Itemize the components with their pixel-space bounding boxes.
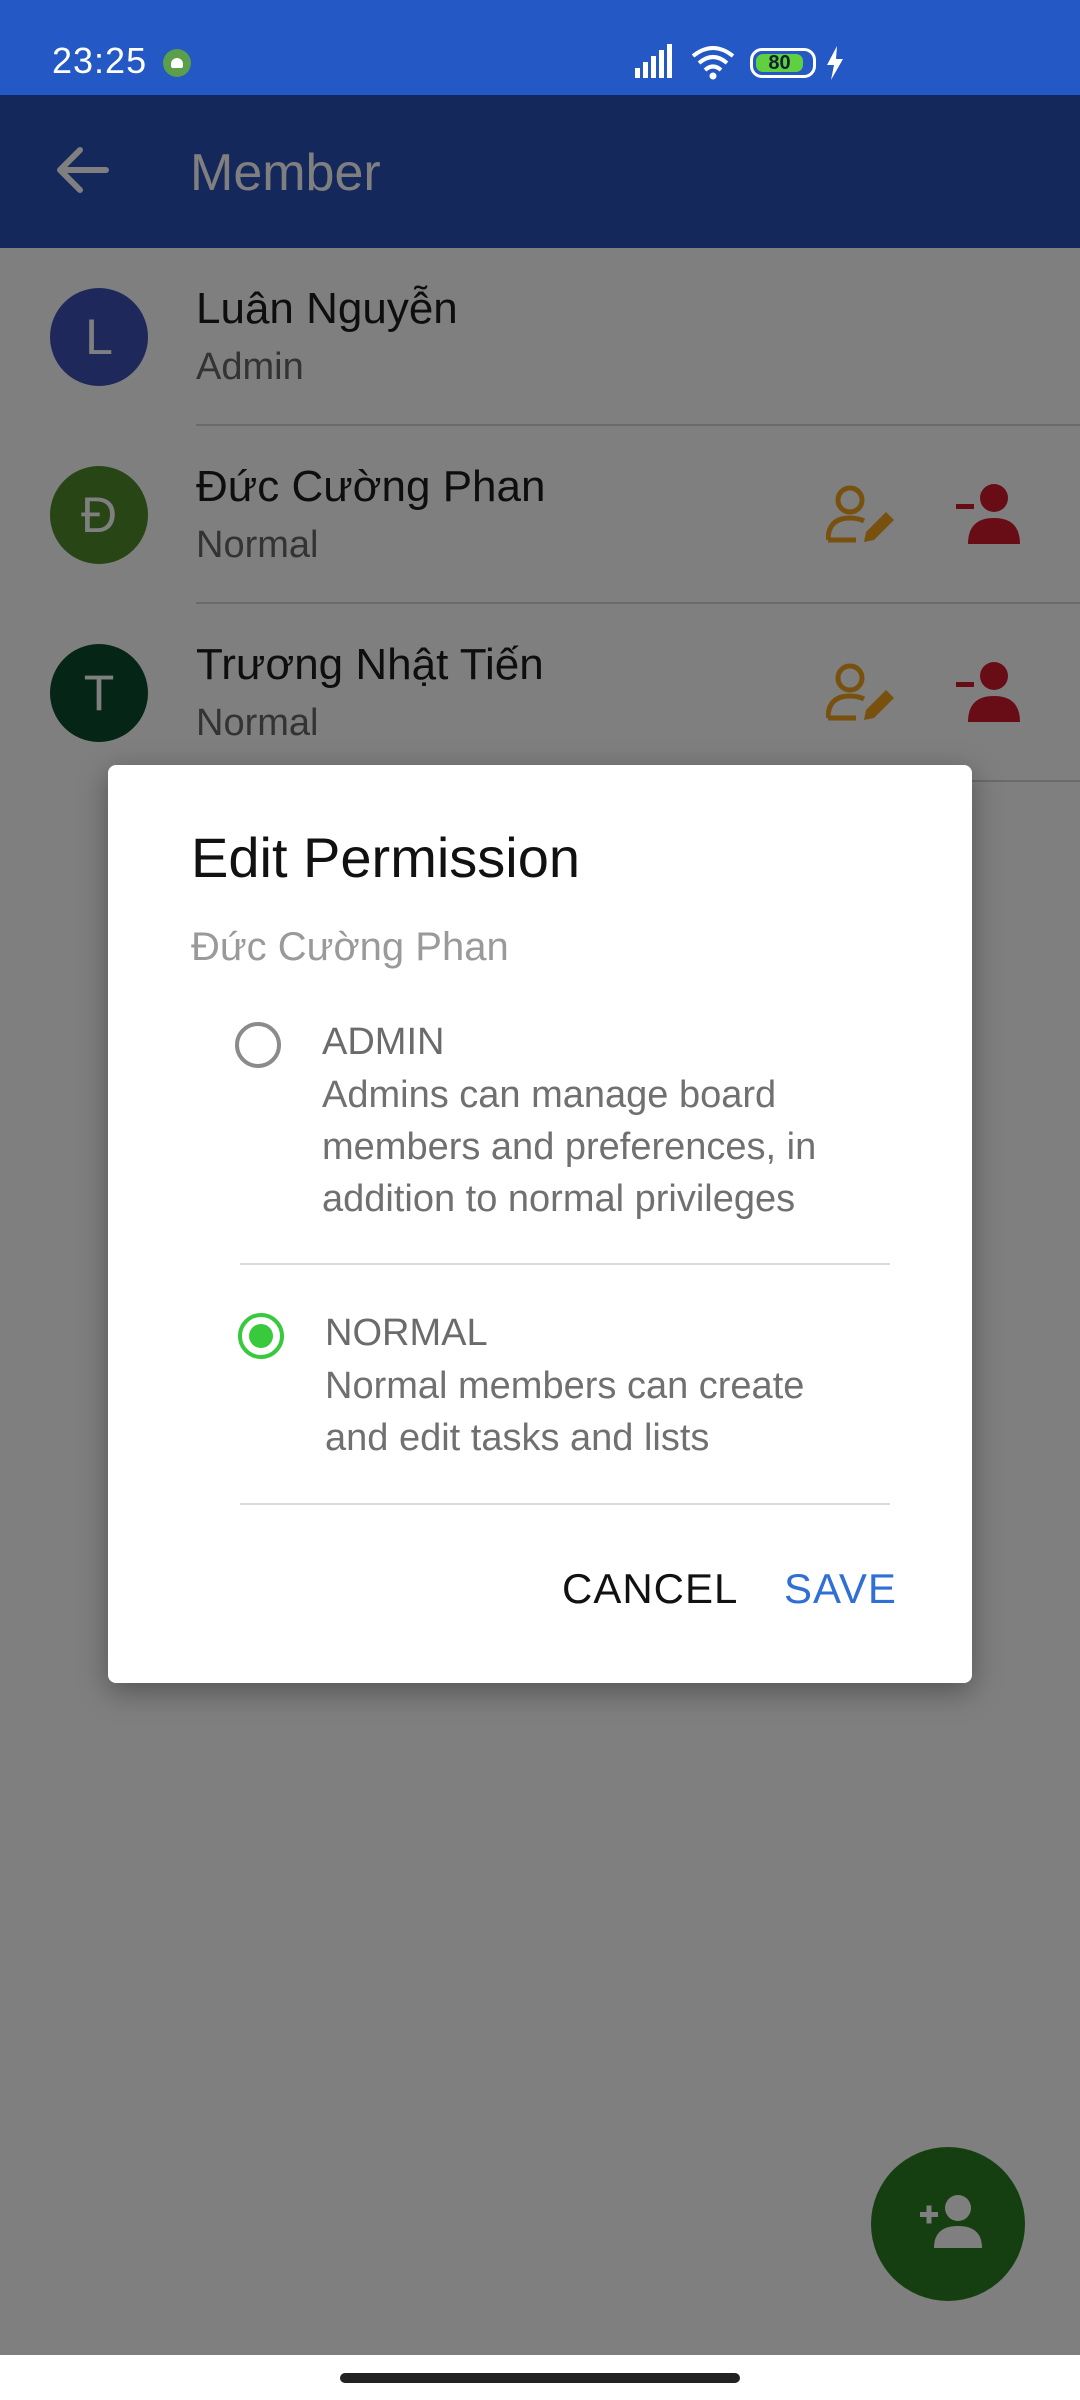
wifi-icon [691,46,735,80]
divider [240,1503,890,1505]
save-button[interactable]: SAVE [784,1565,897,1613]
status-bar: 23:25 80 [0,0,1080,95]
divider [240,1263,890,1265]
home-indicator[interactable] [340,2373,740,2383]
battery-icon: 80 [750,48,816,78]
radio-normal[interactable] [238,1313,284,1359]
dialog-title: Edit Permission [191,826,581,889]
android-icon [163,49,191,77]
cancel-button[interactable]: CANCEL [562,1565,738,1613]
charging-icon [827,46,843,80]
radio-admin[interactable] [235,1022,281,1068]
option-description: Normal members can create and edit tasks… [325,1365,805,1459]
option-description: Admins can manage board members and pref… [322,1074,817,1220]
battery-level: 80 [756,53,803,73]
dialog-subtitle: Đức Cường Phan [191,925,509,969]
option-label: NORMAL [325,1312,488,1354]
status-time: 23:25 [52,40,148,81]
edit-permission-dialog: Edit Permission Đức Cường Phan ADMIN Adm… [108,765,972,1683]
option-label: ADMIN [322,1021,445,1063]
signal-icon [635,44,672,78]
